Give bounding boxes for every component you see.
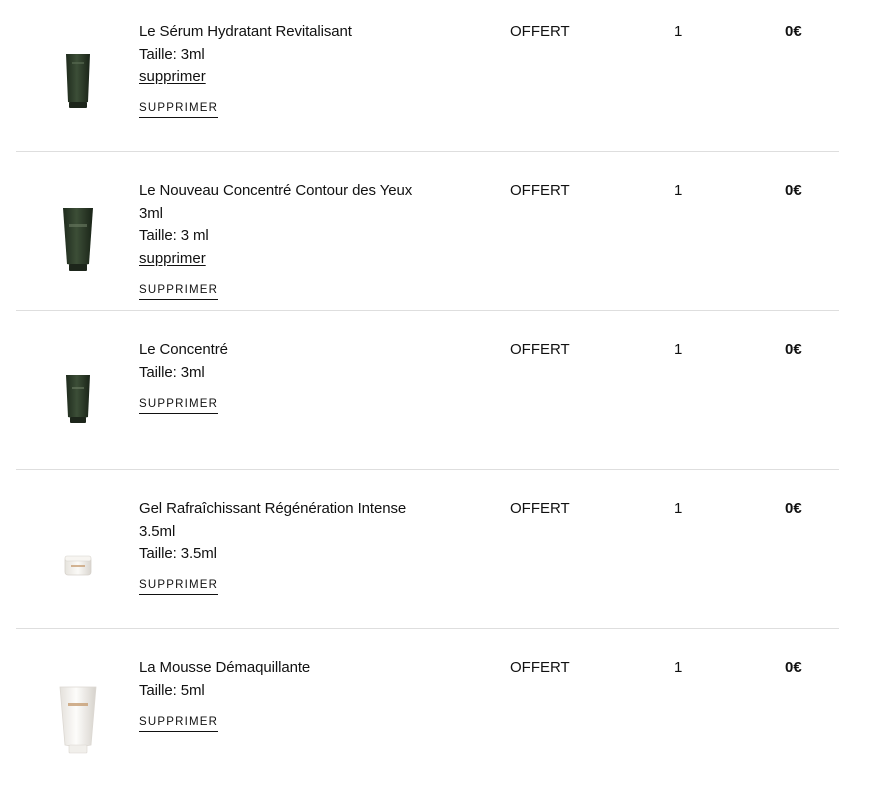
remove-link[interactable]: supprimer: [139, 248, 206, 271]
dark-green-tube-icon: [63, 208, 93, 271]
product-size: Taille: 3ml: [139, 363, 205, 381]
product-thumbnail: [40, 369, 116, 429]
item-total: 0€: [785, 23, 802, 40]
product-thumbnail: [40, 550, 116, 580]
quantity-value: 1: [674, 182, 683, 199]
white-tube-icon: [59, 686, 97, 754]
price-label: OFFERT: [510, 500, 570, 517]
product-name[interactable]: La Mousse Démaquillante: [139, 657, 439, 680]
dark-green-tube-icon: [66, 54, 90, 108]
quantity-value: 1: [674, 23, 683, 40]
quantity-value: 1: [674, 341, 683, 358]
product-thumbnail: [40, 681, 116, 759]
remove-button[interactable]: SUPPRIMER: [139, 578, 219, 595]
product-name[interactable]: Le Nouveau Concentré Contour des Yeux 3m…: [139, 180, 429, 225]
remove-button[interactable]: SUPPRIMER: [139, 715, 219, 732]
row-divider: [16, 310, 839, 311]
remove-button[interactable]: SUPPRIMER: [139, 283, 219, 300]
item-total: 0€: [785, 341, 802, 358]
remove-button[interactable]: SUPPRIMER: [139, 397, 219, 414]
product-size: Taille: 3ml: [139, 45, 205, 63]
row-divider: [16, 628, 839, 629]
dark-green-tube-icon: [66, 375, 90, 423]
product-size: Taille: 3.5ml: [139, 545, 217, 562]
product-thumbnail: [40, 202, 116, 280]
product-size: Taille: 3 ml: [139, 227, 209, 244]
item-total: 0€: [785, 659, 802, 676]
cart-items-list: Le Sérum Hydratant Revitalisant Taille: …: [0, 0, 886, 790]
price-label: OFFERT: [510, 23, 570, 40]
product-info: Le Concentré Taille: 3ml: [139, 339, 439, 384]
product-name[interactable]: Le Concentré: [139, 339, 439, 362]
product-name[interactable]: Le Sérum Hydratant Revitalisant: [139, 21, 439, 44]
product-info: Gel Rafraîchissant Régénération Intense …: [139, 498, 429, 566]
item-total: 0€: [785, 182, 802, 199]
product-info: Le Sérum Hydratant Revitalisant Taille: …: [139, 21, 439, 89]
item-total: 0€: [785, 500, 802, 517]
quantity-value: 1: [674, 659, 683, 676]
row-divider: [16, 151, 839, 152]
product-size: Taille: 5ml: [139, 681, 205, 699]
remove-link[interactable]: supprimer: [139, 66, 206, 89]
product-info: La Mousse Démaquillante Taille: 5ml: [139, 657, 439, 702]
price-label: OFFERT: [510, 341, 570, 358]
white-jar-icon: [64, 555, 92, 576]
price-label: OFFERT: [510, 659, 570, 676]
price-label: OFFERT: [510, 182, 570, 199]
product-name[interactable]: Gel Rafraîchissant Régénération Intense …: [139, 498, 429, 543]
row-divider: [16, 469, 839, 470]
remove-button[interactable]: SUPPRIMER: [139, 101, 219, 118]
product-thumbnail: [40, 48, 116, 114]
product-info: Le Nouveau Concentré Contour des Yeux 3m…: [139, 180, 429, 270]
quantity-value: 1: [674, 500, 683, 517]
